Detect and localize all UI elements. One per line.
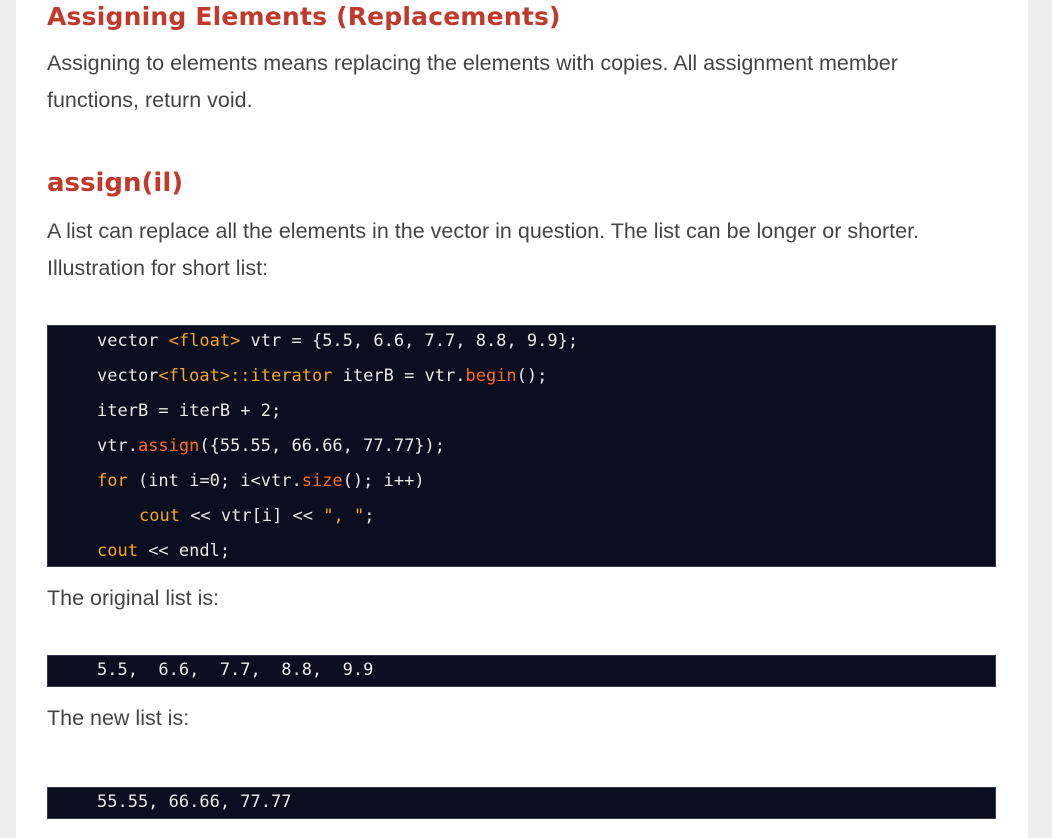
code-line-5: for (int i=0; i<vtr.size(); i++) <box>97 471 425 491</box>
subsection-heading: assign(il) <box>47 168 184 198</box>
subsection-description: A list can replace all the elements in t… <box>47 213 992 287</box>
code-line-3: iterB = iterB + 2; <box>97 401 282 421</box>
code-line-4: vtr.assign({55.55, 66.66, 77.77}); <box>97 436 446 456</box>
code-line-1: vector <float> vtr = {5.5, 6.6, 7.7, 8.8… <box>97 331 579 351</box>
article-page: Assigning Elements (Replacements) Assign… <box>16 0 1028 838</box>
original-list-label: The original list is: <box>47 586 220 610</box>
code-block: vector <float> vtr = {5.5, 6.6, 7.7, 8.8… <box>47 325 996 567</box>
section-intro-line2: functions, return void. <box>47 88 253 112</box>
new-output-text: 55.55, 66.66, 77.77 <box>97 792 292 812</box>
new-output-block: 55.55, 66.66, 77.77 <box>47 787 996 819</box>
original-output-text: 5.5, 6.6, 7.7, 8.8, 9.9 <box>97 660 374 680</box>
original-output-block: 5.5, 6.6, 7.7, 8.8, 9.9 <box>47 655 996 687</box>
subsection-desc-line2: Illustration for short list: <box>47 256 269 280</box>
subsection-desc-line1: A list can replace all the elements in t… <box>47 219 920 243</box>
code-line-7: cout << endl; <box>97 541 231 561</box>
code-line-6: cout << vtr[i] << ", "; <box>139 506 375 526</box>
code-line-2: vector<float>::iterator iterB = vtr.begi… <box>97 366 548 386</box>
section-intro: Assigning to elements means replacing th… <box>47 45 992 119</box>
section-heading: Assigning Elements (Replacements) <box>47 2 561 31</box>
new-list-label: The new list is: <box>47 706 190 730</box>
section-intro-line1: Assigning to elements means replacing th… <box>47 51 898 75</box>
